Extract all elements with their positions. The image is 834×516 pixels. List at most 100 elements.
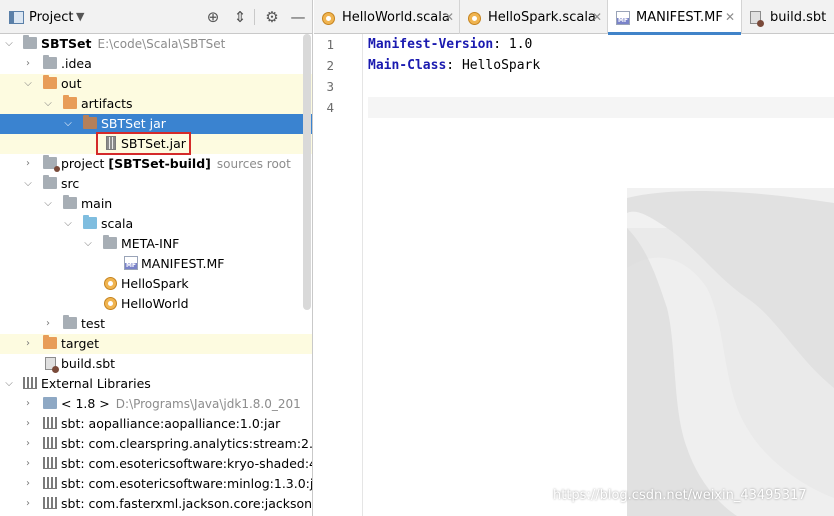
chevron-down-icon[interactable]: ⌵ xyxy=(62,116,74,132)
tree-label-library: sbt: com.esotericsoftware:kryo-shaded:4.… xyxy=(61,456,313,471)
tree-node-library[interactable]: › sbt: com.fasterxml.jackson.core:jackso… xyxy=(0,494,312,514)
project-view-selector[interactable]: Project xyxy=(29,10,73,25)
tree-node-meta-inf[interactable]: ⌵ META-INF xyxy=(0,234,312,254)
tree-node-test[interactable]: › test xyxy=(0,314,312,334)
jar-file-icon xyxy=(106,136,116,150)
tab-label: build.sbt xyxy=(770,10,827,25)
tree-node-target[interactable]: › target xyxy=(0,334,312,354)
watermark-text: https://blog.csdn.net/weixin_43495317 xyxy=(553,488,807,503)
tree-label-external-libraries: External Libraries xyxy=(41,376,151,391)
tree-node-sbtset-jar-folder[interactable]: ⌵ SBTSet jar xyxy=(0,114,312,134)
chevron-down-icon[interactable]: ⌵ xyxy=(22,76,34,92)
chevron-right-icon[interactable]: › xyxy=(22,496,34,512)
chevron-down-icon[interactable]: ⌵ xyxy=(42,96,54,112)
tree-node-jdk[interactable]: › < 1.8 > D:\Programs\Java\jdk1.8.0_201 xyxy=(0,394,312,414)
manifest-value: 1.0 xyxy=(508,37,533,52)
tree-node-library[interactable]: › sbt: com.esotericsoftware:minlog:1.3.0… xyxy=(0,474,312,494)
tab-hellospark-scala[interactable]: HelloSpark.scala ✕ xyxy=(460,0,608,34)
chevron-right-icon[interactable]: › xyxy=(22,436,34,452)
folder-icon xyxy=(83,115,97,129)
tree-label-manifest: MANIFEST.MF xyxy=(141,256,225,271)
tab-manifest-mf[interactable]: MF MANIFEST.MF ✕ xyxy=(608,0,742,35)
chevron-right-icon[interactable]: › xyxy=(22,396,34,412)
tree-node-out[interactable]: ⌵ out xyxy=(0,74,312,94)
tree-node-library[interactable]: › sbt: com.esotericsoftware:kryo-shaded:… xyxy=(0,454,313,474)
tree-scrollbar[interactable] xyxy=(303,34,311,310)
editor-area: HelloWorld.scala ✕ HelloSpark.scala ✕ MF… xyxy=(314,0,834,516)
locate-icon[interactable]: ⊕ xyxy=(203,7,223,27)
library-icon xyxy=(43,457,57,469)
scala-object-icon xyxy=(104,297,117,310)
tree-node-idea[interactable]: › .idea xyxy=(0,54,312,74)
tree-label-library: sbt: com.clearspring.analytics:stream:2.… xyxy=(61,436,313,451)
tree-label-scala: scala xyxy=(101,216,134,231)
chevron-down-icon[interactable]: ▼ xyxy=(76,10,84,23)
chevron-right-icon[interactable]: › xyxy=(22,416,34,432)
scala-object-icon xyxy=(104,277,117,290)
code-line-4-caret[interactable] xyxy=(368,97,834,118)
tree-node-project[interactable]: › project [SBTSet-build] sources root xyxy=(0,154,312,174)
folder-icon xyxy=(43,175,57,189)
line-number: 3 xyxy=(326,79,334,94)
tree-node-sbtset-jar[interactable]: SBTSet.jar xyxy=(0,134,312,154)
tree-node-library[interactable]: › sbt: com.clearspring.analytics:stream:… xyxy=(0,434,313,454)
folder-icon xyxy=(63,315,77,329)
chevron-down-icon[interactable]: ⌵ xyxy=(3,36,15,52)
chevron-right-icon[interactable]: › xyxy=(22,56,34,72)
library-icon xyxy=(43,497,57,509)
chevron-right-icon[interactable]: › xyxy=(42,316,54,332)
tree-node-helloworld[interactable]: HelloWorld xyxy=(0,294,312,314)
tree-node-src[interactable]: ⌵ src xyxy=(0,174,312,194)
tree-label-meta-inf: META-INF xyxy=(121,236,180,251)
gear-icon[interactable]: ⚙ xyxy=(262,7,282,27)
tree-label-target: target xyxy=(61,336,100,351)
jdk-path: D:\Programs\Java\jdk1.8.0_201 xyxy=(115,397,301,411)
tree-node-sbtset[interactable]: ⌵ SBTSet E:\code\Scala\SBTSet xyxy=(0,34,312,54)
tab-build-sbt[interactable]: build.sbt xyxy=(742,0,834,34)
hide-panel-icon[interactable]: — xyxy=(288,7,308,27)
tree-node-scala[interactable]: ⌵ scala xyxy=(0,214,312,234)
project-panel: Project ▼ ⊕ ⇕ ⚙ — ⌵ SBTSet E:\code\Scala\… xyxy=(0,0,313,516)
excluded-folder-icon xyxy=(63,95,77,109)
close-icon[interactable]: ✕ xyxy=(444,10,454,24)
module-folder-icon xyxy=(23,35,37,49)
tree-node-manifest[interactable]: MF MANIFEST.MF xyxy=(0,254,312,274)
close-icon[interactable]: ✕ xyxy=(725,10,735,24)
tree-node-build-sbt[interactable]: build.sbt xyxy=(0,354,312,374)
collapse-all-icon[interactable]: ⇕ xyxy=(230,7,250,27)
code-line-2[interactable]: Main-Class: HelloSpark xyxy=(368,55,834,76)
tree-label-project: project [SBTSet-build] sources root xyxy=(61,156,291,171)
manifest-key: Manifest-Version xyxy=(368,37,494,52)
tree-node-artifacts[interactable]: ⌵ artifacts xyxy=(0,94,312,114)
tree-label-jdk: < 1.8 > D:\Programs\Java\jdk1.8.0_201 xyxy=(61,396,301,411)
tree-node-external-libraries[interactable]: ⌵ External Libraries xyxy=(0,374,312,394)
tree-label-test: test xyxy=(81,316,106,331)
chevron-right-icon[interactable]: › xyxy=(22,456,34,472)
tab-helloworld-scala[interactable]: HelloWorld.scala ✕ xyxy=(314,0,460,34)
code-line-3[interactable] xyxy=(368,76,834,97)
chevron-right-icon[interactable]: › xyxy=(22,336,34,352)
chevron-right-icon[interactable]: › xyxy=(22,476,34,492)
close-icon[interactable]: ✕ xyxy=(592,10,602,24)
tree-label-hellospark: HelloSpark xyxy=(121,276,189,291)
folder-icon xyxy=(63,195,77,209)
chevron-down-icon[interactable]: ⌵ xyxy=(3,376,15,392)
library-icon xyxy=(43,417,57,429)
chevron-down-icon[interactable]: ⌵ xyxy=(82,236,94,252)
tree-node-hellospark[interactable]: HelloSpark xyxy=(0,274,312,294)
tab-label: HelloWorld.scala xyxy=(342,10,450,25)
chevron-down-icon[interactable]: ⌵ xyxy=(22,176,34,192)
module-folder-icon xyxy=(43,155,60,172)
library-icon xyxy=(43,477,57,489)
excluded-folder-icon xyxy=(43,75,57,89)
excluded-folder-icon xyxy=(43,335,57,349)
tree-node-library[interactable]: › sbt: aopalliance:aopalliance:1.0:jar xyxy=(0,414,312,434)
code-line-1[interactable]: Manifest-Version: 1.0 xyxy=(368,34,834,55)
chevron-down-icon[interactable]: ⌵ xyxy=(62,216,74,232)
line-number-gutter: 1 2 3 4 xyxy=(314,34,363,516)
chevron-down-icon[interactable]: ⌵ xyxy=(42,196,54,212)
chevron-right-icon[interactable]: › xyxy=(22,156,34,172)
background-image xyxy=(627,188,834,516)
root-path: E:\code\Scala\SBTSet xyxy=(97,37,226,51)
tree-node-main[interactable]: ⌵ main xyxy=(0,194,312,214)
